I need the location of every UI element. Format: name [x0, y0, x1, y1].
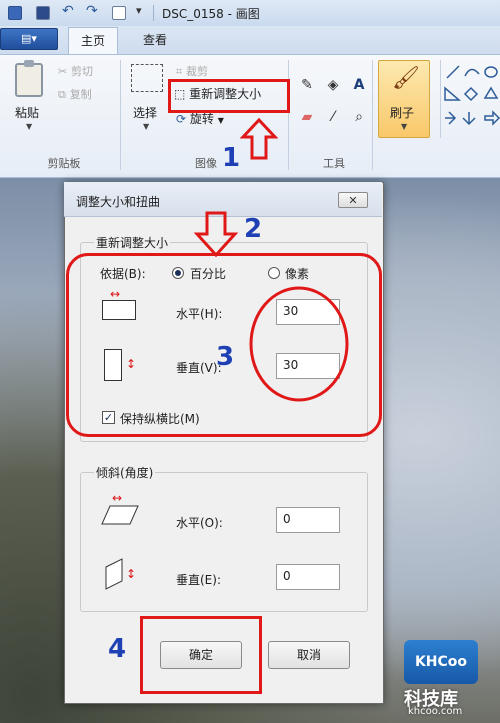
new-file-icon[interactable]	[112, 6, 126, 20]
brush-icon: 🖌	[392, 66, 420, 91]
tab-home[interactable]: 主页	[68, 27, 118, 54]
cut-button[interactable]: ✂ 剪切	[58, 63, 93, 79]
skew-section	[80, 472, 368, 612]
shapes-gallery[interactable]	[440, 60, 500, 138]
crop-button[interactable]: ⌗ 裁剪	[176, 63, 208, 79]
select-icon[interactable]	[131, 64, 163, 92]
color-picker-icon[interactable]: ⁄	[324, 108, 342, 126]
watermark-logo: KHCoo	[404, 640, 478, 684]
scissors-icon: ✂	[58, 65, 68, 78]
tab-view[interactable]: 查看	[130, 27, 180, 54]
paint-app-icon[interactable]	[8, 6, 22, 20]
paste-button-label[interactable]: 粘贴	[15, 104, 39, 121]
dialog-title: 调整大小和扭曲	[76, 195, 161, 209]
ribbon-divider	[288, 60, 289, 170]
skew-vertical-icon	[105, 558, 123, 590]
resize-highlight-box	[168, 79, 290, 113]
titlebar-separator	[153, 5, 154, 21]
cancel-button[interactable]: 取消	[268, 641, 350, 669]
save-icon[interactable]	[36, 6, 50, 20]
magnifier-icon[interactable]: ⌕	[350, 108, 368, 126]
crop-label: 裁剪	[186, 65, 209, 78]
select-dropdown-icon[interactable]: ▼	[143, 122, 149, 131]
window-title: DSC_0158 - 画图	[162, 7, 260, 21]
ok-highlight-box	[140, 616, 262, 694]
skew-section-title: 倾斜(角度)	[94, 464, 156, 481]
pencil-icon[interactable]: ✎	[298, 76, 316, 94]
ribbon-divider	[120, 60, 121, 170]
file-menu-button[interactable]: ▤▾	[0, 28, 58, 50]
rotate-dropdown-icon: ▼	[217, 116, 224, 125]
brush-dropdown-icon[interactable]: ▼	[401, 122, 407, 131]
resize-section-title: 重新调整大小	[94, 234, 171, 251]
paste-dropdown-icon[interactable]: ▼	[26, 122, 32, 131]
up-arrow-annotation	[239, 117, 279, 164]
ribbon-divider	[372, 60, 373, 170]
rotate-icon: ⟳	[176, 112, 187, 126]
quick-access-dropdown-icon[interactable]: ▾	[136, 4, 142, 17]
skew-horizontal-icon	[101, 505, 139, 525]
copy-label: 复制	[69, 88, 92, 101]
skew-horizontal-label: 水平(O):	[176, 516, 223, 530]
select-button-label[interactable]: 选择	[133, 104, 157, 121]
step-number-3: 3	[216, 342, 235, 372]
crop-icon: ⌗	[176, 65, 183, 78]
watermark-url: khcoo.com	[408, 706, 463, 717]
brush-label: 刷子	[390, 106, 415, 120]
paste-icon[interactable]	[15, 60, 43, 97]
fill-bucket-icon[interactable]: ◈	[324, 76, 342, 94]
eraser-icon[interactable]: ▰	[298, 108, 316, 126]
copy-button[interactable]: ⧉ 复制	[58, 86, 92, 102]
cut-label: 剪切	[71, 65, 94, 78]
skew-vertical-input[interactable]: 0	[276, 564, 340, 590]
undo-icon[interactable]: ↶	[62, 3, 76, 19]
redo-icon[interactable]: ↷	[86, 3, 100, 19]
step-number-2: 2	[244, 214, 263, 244]
step-number-1: 1	[222, 143, 241, 173]
step-number-4: 4	[108, 634, 127, 664]
shapes-icon	[444, 65, 500, 126]
copy-icon: ⧉	[58, 88, 66, 101]
rotate-label: 旋转	[189, 112, 214, 126]
tools-group-label: 工具	[323, 157, 345, 170]
value-highlight-ellipse	[247, 284, 353, 407]
clipboard-group-label: 剪贴板	[47, 157, 81, 170]
skew-horizontal-input[interactable]: 0	[276, 507, 340, 533]
skew-vertical-label: 垂直(E):	[176, 573, 221, 587]
dialog-close-button[interactable]: ✕	[338, 192, 368, 208]
skew-horizontal-arrow-icon: ↔	[112, 491, 123, 505]
skew-vertical-arrow-icon: ↕	[126, 567, 137, 581]
text-tool-icon[interactable]: A	[350, 76, 368, 94]
